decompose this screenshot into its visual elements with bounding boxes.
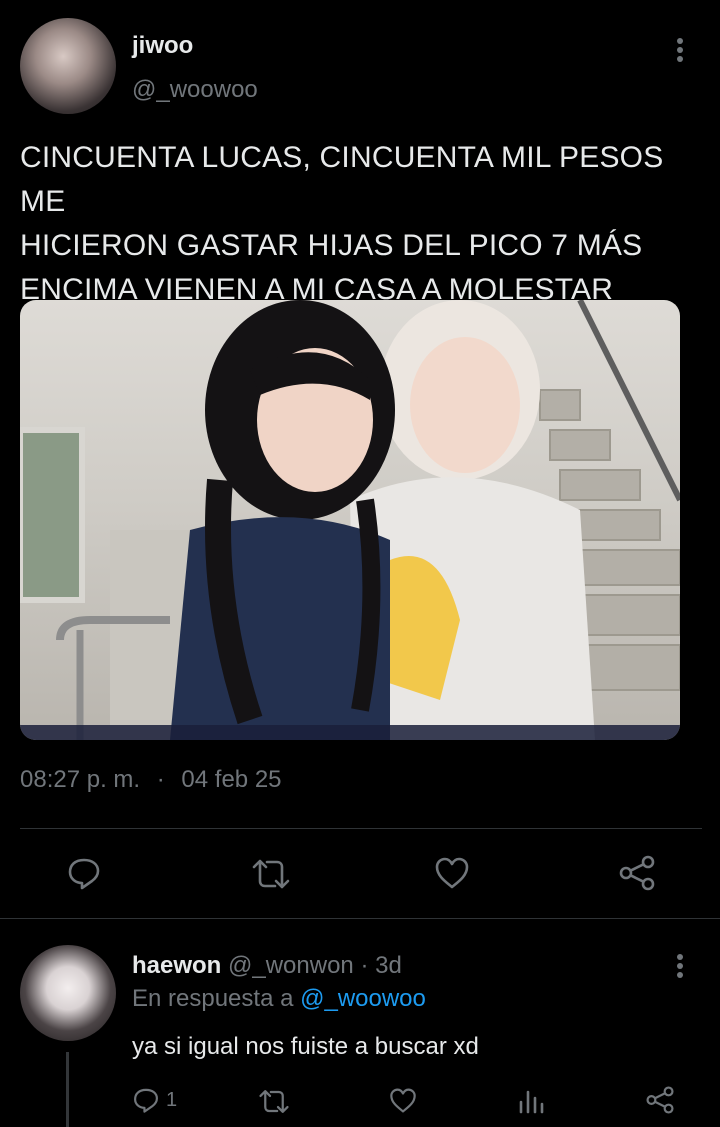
views-icon[interactable] [518, 1088, 544, 1114]
thread-line [66, 1052, 69, 1127]
in-reply-to: En respuesta a @_woowoo [132, 985, 426, 1013]
like-icon[interactable] [434, 856, 470, 890]
reply-age[interactable]: 3d [375, 952, 402, 979]
reply-text: ya si igual nos fuiste a buscar xd [132, 1033, 479, 1060]
author-avatar[interactable] [20, 18, 116, 114]
reply-separator: · [360, 952, 369, 979]
tweet-media-image[interactable] [20, 300, 680, 740]
reply-icon[interactable] [66, 855, 102, 891]
reply-more-options-icon[interactable] [664, 950, 696, 982]
tweet-text-line: CINCUENTA LUCAS, CINCUENTA MIL PESOS ME [20, 141, 664, 218]
reply-like-icon[interactable] [389, 1087, 417, 1114]
tweet-text: CINCUENTA LUCAS, CINCUENTA MIL PESOS ME … [20, 136, 710, 312]
reply-header: haewon @_wonwon · 3d [132, 952, 402, 980]
tweet-timestamp[interactable]: 08:27 p. m. · 04 feb 25 [20, 766, 282, 794]
reply-author-name[interactable]: haewon [132, 952, 221, 979]
reply-retweet-icon[interactable] [258, 1088, 290, 1115]
divider [0, 918, 720, 919]
author-name[interactable]: jiwoo [132, 32, 193, 60]
author-handle[interactable]: @_woowoo [132, 76, 258, 104]
in-reply-prefix: En respuesta a [132, 985, 294, 1012]
media-illustration [20, 300, 680, 740]
tweet-date: 04 feb 25 [181, 766, 282, 793]
retweet-icon[interactable] [251, 857, 291, 891]
timestamp-separator: · [156, 766, 165, 793]
tweet-text-line: HICIERON GASTAR HIJAS DEL PICO 7 MÁS [20, 229, 643, 262]
reply-author-handle[interactable]: @_wonwon [228, 952, 354, 979]
reply-author-avatar[interactable] [20, 945, 116, 1041]
share-icon[interactable] [618, 855, 656, 891]
in-reply-handle[interactable]: @_woowoo [300, 985, 426, 1012]
reply-share-icon[interactable] [645, 1086, 675, 1114]
reply-icon [132, 1086, 160, 1114]
more-options-icon[interactable] [664, 34, 696, 66]
tweet-time: 08:27 p. m. [20, 766, 141, 793]
reply-count: 1 [166, 1088, 178, 1111]
divider [20, 828, 702, 829]
reply-reply-button[interactable]: 1 [132, 1086, 177, 1114]
